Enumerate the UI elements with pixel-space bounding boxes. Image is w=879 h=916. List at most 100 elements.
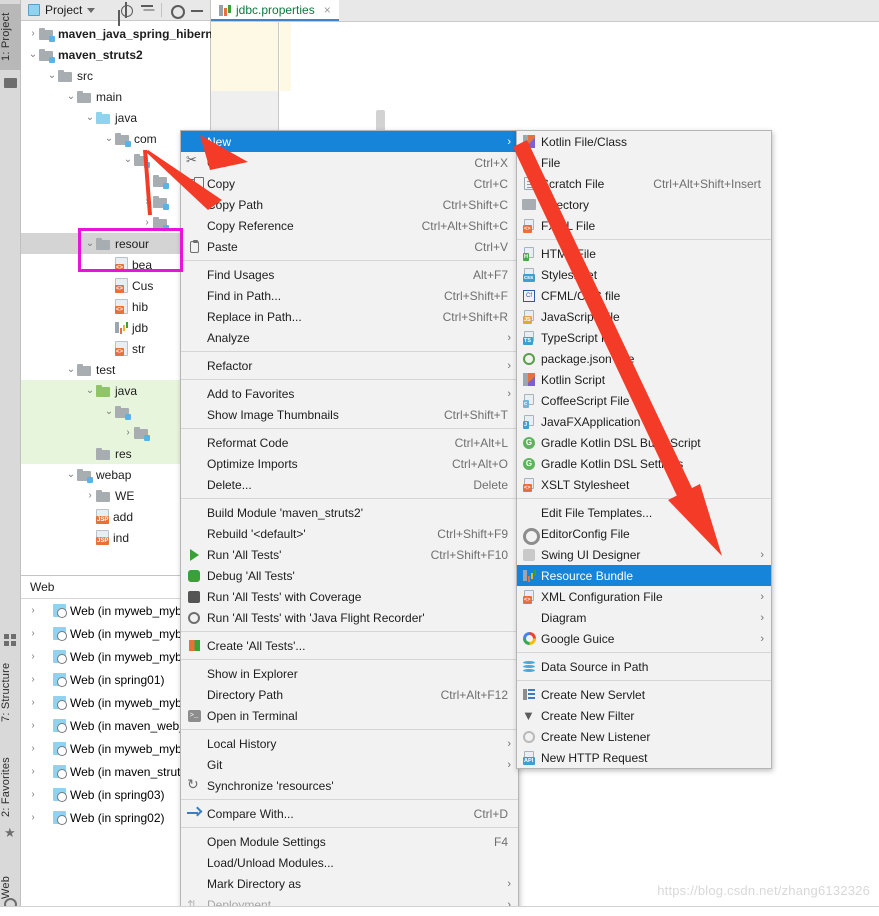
tree-expand-arrow[interactable]: ⌄ — [103, 133, 115, 144]
menu-item[interactable]: c CoffeeScript File — [517, 390, 771, 411]
sidebar-item-favorites[interactable]: 2: Favorites — [0, 742, 21, 832]
menu-item[interactable]: API New HTTP Request — [517, 747, 771, 768]
menu-item[interactable]: Debug 'All Tests' — [181, 565, 518, 586]
menu-item[interactable]: Local History › — [181, 733, 518, 754]
menu-item[interactable]: Create New Servlet — [517, 684, 771, 705]
tree-node[interactable]: ⌄ maven_struts2 — [21, 44, 210, 65]
tree-expand-arrow[interactable]: ⌄ — [46, 70, 58, 81]
menu-item[interactable]: ▼ Create New Filter — [517, 705, 771, 726]
tree-expand-arrow[interactable]: › — [141, 217, 153, 228]
menu-item[interactable]: Cut Ctrl+X — [181, 152, 518, 173]
menu-item[interactable]: Show in Explorer — [181, 663, 518, 684]
sidebar-item-structure[interactable]: 7: Structure — [0, 650, 21, 734]
menu-item[interactable]: H HTML File — [517, 243, 771, 264]
menu-item[interactable]: Replace in Path... Ctrl+Shift+R — [181, 306, 518, 327]
menu-item[interactable]: G Gradle Kotlin DSL Build Script — [517, 432, 771, 453]
menu-item[interactable]: Delete... Delete — [181, 474, 518, 495]
menu-item[interactable]: Optimize Imports Ctrl+Alt+O — [181, 453, 518, 474]
context-menu[interactable]: New › Cut Ctrl+X Copy Ctrl+C Copy Path Ctrl+Shi… — [180, 130, 519, 916]
menu-item[interactable]: Create New Listener — [517, 726, 771, 747]
tree-expand-arrow[interactable]: ⌄ — [65, 364, 77, 375]
menu-item[interactable]: Copy Ctrl+C — [181, 173, 518, 194]
tree-expand-arrow[interactable]: › — [27, 651, 39, 662]
new-submenu[interactable]: Kotlin File/Class File Scratch File Ctrl+Al… — [516, 130, 772, 769]
menu-item[interactable]: JS JavaScript File — [517, 306, 771, 327]
close-icon[interactable]: × — [324, 3, 331, 17]
locate-icon[interactable] — [119, 2, 133, 18]
menu-item[interactable]: Run 'All Tests' Ctrl+Shift+F10 — [181, 544, 518, 565]
chevron-down-icon[interactable] — [87, 7, 96, 13]
menu-item[interactable]: Run 'All Tests' with Coverage — [181, 586, 518, 607]
tree-expand-arrow[interactable]: ⌄ — [122, 154, 134, 165]
tree-expand-arrow[interactable]: › — [27, 628, 39, 639]
tree-expand-arrow[interactable]: › — [84, 490, 96, 501]
menu-item[interactable]: Scratch File Ctrl+Alt+Shift+Insert — [517, 173, 771, 194]
tree-expand-arrow[interactable]: › — [27, 674, 39, 685]
menu-item[interactable]: Kotlin File/Class — [517, 131, 771, 152]
menu-item[interactable]: J JavaFXApplication — [517, 411, 771, 432]
menu-item[interactable]: Rebuild '<default>' Ctrl+Shift+F9 — [181, 523, 518, 544]
tree-expand-arrow[interactable]: › — [122, 427, 134, 438]
tree-expand-arrow[interactable]: › — [141, 196, 153, 207]
tree-expand-arrow[interactable]: › — [27, 766, 39, 777]
menu-item[interactable]: Create 'All Tests'... — [181, 635, 518, 656]
menu-item[interactable]: Diagram › — [517, 607, 771, 628]
gear-icon[interactable] — [169, 3, 185, 19]
menu-item[interactable]: Git › — [181, 754, 518, 775]
tree-expand-arrow[interactable]: ⌄ — [65, 469, 77, 480]
menu-item[interactable]: G Gradle Kotlin DSL Settings — [517, 453, 771, 474]
menu-item[interactable]: Refactor › — [181, 355, 518, 376]
menu-item[interactable]: Open Module Settings F4 — [181, 831, 518, 852]
minimize-icon[interactable] — [190, 3, 204, 17]
menu-item[interactable]: Add to Favorites › — [181, 383, 518, 404]
menu-item[interactable]: Analyze › — [181, 327, 518, 348]
menu-item[interactable]: EditorConfig File — [517, 523, 771, 545]
tree-expand-arrow[interactable]: › — [27, 28, 39, 39]
menu-item[interactable]: Kotlin Script — [517, 369, 771, 390]
menu-item[interactable]: Resource Bundle — [517, 565, 771, 586]
menu-item[interactable]: Reformat Code Ctrl+Alt+L — [181, 432, 518, 453]
menu-item[interactable]: Directory — [517, 194, 771, 215]
menu-item[interactable]: TS TypeScript File — [517, 327, 771, 348]
menu-item[interactable]: Find Usages Alt+F7 — [181, 264, 518, 285]
menu-item[interactable]: Run 'All Tests' with 'Java Flight Record… — [181, 607, 518, 628]
menu-item[interactable]: Load/Unload Modules... — [181, 852, 518, 873]
tree-expand-arrow[interactable]: ⌄ — [27, 49, 39, 60]
tree-expand-arrow[interactable]: › — [141, 175, 153, 186]
tree-expand-arrow[interactable]: ⌄ — [103, 406, 115, 417]
sidebar-item-project[interactable]: 1: Project — [0, 4, 21, 70]
tree-node[interactable]: › maven_java_spring_hibernate — [21, 23, 230, 44]
menu-item[interactable]: Data Source in Path — [517, 656, 771, 677]
tab-jdbc-properties[interactable]: jdbc.properties × — [211, 0, 339, 21]
menu-item[interactable]: New › — [181, 131, 518, 152]
tree-expand-arrow[interactable]: › — [27, 720, 39, 731]
tree-node[interactable]: ⌄ java — [21, 107, 210, 128]
tree-expand-arrow[interactable]: › — [27, 697, 39, 708]
menu-item[interactable]: Directory Path Ctrl+Alt+F12 — [181, 684, 518, 705]
menu-item[interactable]: Edit File Templates... — [517, 502, 771, 523]
menu-item[interactable]: Build Module 'maven_struts2' — [181, 502, 518, 523]
menu-item[interactable]: Copy Path Ctrl+Shift+C — [181, 194, 518, 215]
tree-expand-arrow[interactable]: › — [27, 789, 39, 800]
tree-expand-arrow[interactable]: › — [27, 743, 39, 754]
menu-item[interactable]: package.json File — [517, 348, 771, 369]
tree-node[interactable]: ⌄ main — [21, 86, 210, 107]
tree-expand-arrow[interactable]: › — [27, 605, 39, 616]
menu-item[interactable]: Mark Directory as › — [181, 873, 518, 894]
menu-item[interactable]: >_ Open in Terminal — [181, 705, 518, 726]
menu-item[interactable]: Cf CFML/CFC file — [517, 285, 771, 306]
menu-item[interactable]: Copy Reference Ctrl+Alt+Shift+C — [181, 215, 518, 236]
menu-item[interactable]: css Stylesheet — [517, 264, 771, 285]
menu-item[interactable]: <> XML Configuration File › — [517, 586, 771, 607]
menu-item[interactable]: Compare With... Ctrl+D — [181, 803, 518, 824]
menu-item[interactable]: Paste Ctrl+V — [181, 236, 518, 257]
collapse-all-icon[interactable] — [140, 3, 154, 17]
tree-node[interactable]: ⌄ src — [21, 65, 210, 86]
menu-item[interactable]: Find in Path... Ctrl+Shift+F — [181, 285, 518, 306]
menu-item[interactable]: Synchronize 'resources' — [181, 775, 518, 796]
menu-item[interactable]: Show Image Thumbnails Ctrl+Shift+T — [181, 404, 518, 425]
tree-expand-arrow[interactable]: › — [27, 812, 39, 823]
tree-expand-arrow[interactable]: ⌄ — [84, 112, 96, 123]
menu-item[interactable]: <> FXML File — [517, 215, 771, 236]
menu-item[interactable]: Swing UI Designer › — [517, 544, 771, 565]
